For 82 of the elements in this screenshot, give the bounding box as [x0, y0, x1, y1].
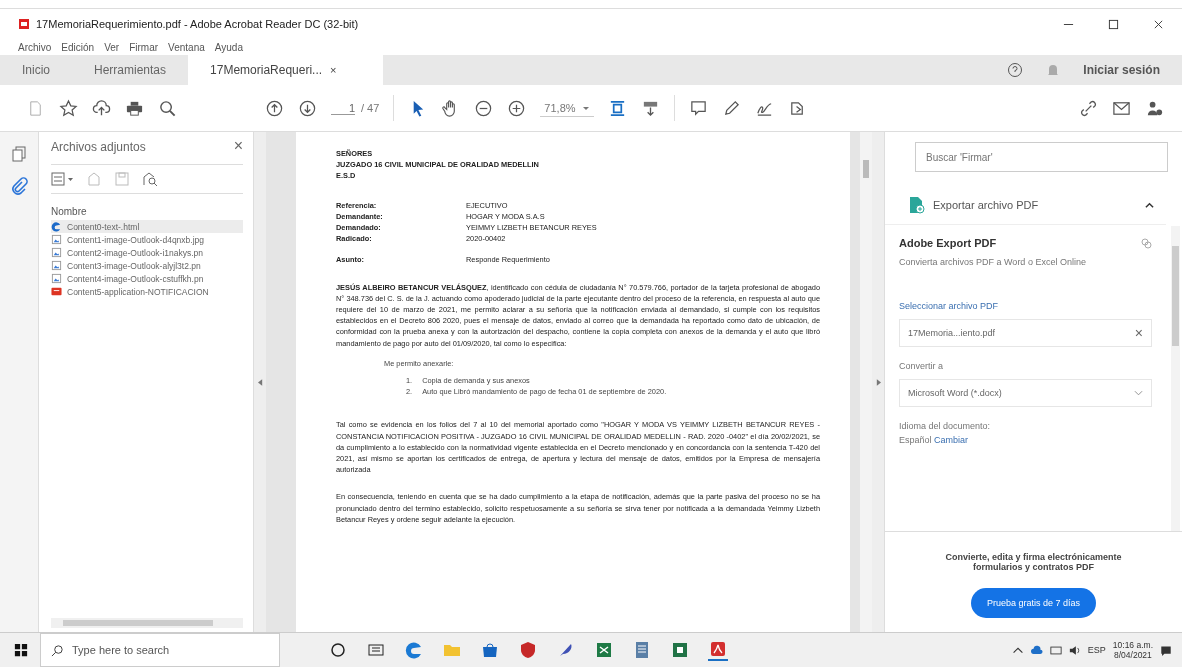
format-dropdown[interactable]: Microsoft Word (*.docx) — [899, 379, 1152, 407]
section-title[interactable]: Exportar archivo PDF — [933, 199, 1137, 211]
store-icon[interactable] — [480, 640, 500, 660]
caret-icon — [1134, 390, 1143, 396]
menu-item[interactable]: Edición — [61, 41, 95, 53]
search-field[interactable]: Buscar 'Firmar' — [915, 142, 1168, 172]
attachment-item[interactable]: Content5-application-NOTIFICACION — [51, 285, 243, 298]
tab[interactable]: Inicio — [0, 55, 72, 85]
clock-date[interactable]: 8/04/2021 — [1114, 650, 1152, 660]
tab[interactable]: Herramientas — [72, 55, 189, 85]
previous-page-icon[interactable] — [265, 98, 284, 118]
comment-icon[interactable] — [688, 98, 708, 118]
input-language[interactable]: ESP — [1087, 645, 1106, 655]
link-icon[interactable] — [1079, 98, 1098, 118]
menu-item[interactable]: Ayuda — [214, 41, 243, 53]
view-menu-icon[interactable] — [51, 171, 75, 187]
attachment-item[interactable]: Content4-image-Outlook-cstuffkh.pn — [51, 272, 243, 285]
volume-icon[interactable] — [1068, 644, 1081, 656]
zoom-search-icon[interactable] — [158, 98, 177, 118]
horizontal-scrollbar[interactable] — [51, 618, 243, 628]
search-attachment-icon[interactable] — [141, 171, 159, 187]
attachment-item[interactable]: Content1-image-Outlook-d4qnxb.jpg — [51, 233, 243, 246]
cloud-link-icon — [1140, 237, 1152, 249]
cloud-icon[interactable] — [1030, 644, 1043, 656]
page-count: / 47 — [361, 102, 380, 114]
menu-item[interactable]: Ver — [104, 41, 120, 53]
attachment-item[interactable]: Content3-image-Outlook-alyjl3t2.pn — [51, 259, 243, 272]
sign-in-button[interactable]: Iniciar sesión — [1083, 63, 1160, 77]
close-button[interactable]: × — [233, 140, 243, 154]
language-label: Idioma del documento: — [899, 421, 992, 431]
next-page-icon[interactable] — [298, 98, 317, 118]
page-number-field[interactable]: 1 — [331, 101, 355, 115]
notification-icon[interactable] — [1160, 644, 1172, 656]
window-title: 17MemoriaRequerimiento.pdf - Adobe Acrobat Reader DC (32-bit) — [36, 18, 359, 30]
maximize-icon[interactable] — [1108, 18, 1119, 30]
file-field[interactable]: 17Memoria...iento.pdf × — [899, 319, 1152, 347]
task-view-icon[interactable] — [328, 640, 348, 660]
close-icon[interactable] — [1153, 18, 1164, 30]
browser-icon — [51, 221, 62, 232]
zoom-in-icon[interactable] — [507, 98, 527, 118]
upload-cloud-icon[interactable] — [92, 98, 111, 118]
convert-label: Convertir a — [899, 361, 944, 371]
trial-button[interactable]: Prueba gratis de 7 días — [970, 588, 1097, 618]
select-file-label: Seleccionar archivo PDF — [899, 301, 1000, 311]
search-icon — [51, 643, 64, 657]
image-file-icon — [51, 247, 62, 258]
tab[interactable]: 17MemoriaRequeri... × — [188, 55, 384, 85]
collapse-arrow-icon[interactable] — [257, 378, 263, 386]
expand-arrow-icon[interactable] — [875, 378, 881, 386]
menu-item[interactable]: Firmar — [129, 41, 159, 53]
pdf-file-icon — [51, 286, 62, 297]
paperclip-icon[interactable] — [9, 176, 29, 196]
image-file-icon — [51, 273, 62, 284]
vertical-scrollbar[interactable] — [860, 132, 872, 632]
pages-icon[interactable] — [9, 144, 29, 164]
start-icon[interactable] — [14, 643, 28, 657]
zoom-out-icon[interactable] — [474, 98, 494, 118]
change-link[interactable]: Cambiar — [934, 435, 969, 445]
service-heading: Adobe Export PDF — [899, 237, 997, 249]
attachment-item[interactable]: Content0-text-.html — [51, 220, 243, 233]
menu-item[interactable]: Ventana — [168, 41, 205, 53]
menu-item[interactable]: Archivo — [18, 41, 52, 53]
image-file-icon — [51, 234, 62, 245]
panel-title: Archivos adjuntos — [51, 140, 146, 154]
promo-text: Convierte, edita y firma electrónicamente formularios y contratos PDF — [944, 552, 1123, 572]
browser-icon[interactable] — [404, 640, 424, 660]
column-header[interactable]: Nombre — [51, 194, 243, 220]
image-file-icon — [51, 260, 62, 271]
star-icon[interactable] — [59, 98, 78, 118]
shield-icon[interactable] — [518, 640, 538, 660]
clock-time[interactable]: 10:16 a.m. — [1112, 640, 1153, 650]
pdf-file-icon — [18, 18, 30, 30]
pdf-app-icon[interactable] — [708, 639, 728, 661]
attachment-item[interactable]: Content2-image-Outlook-i1nakys.pn — [51, 246, 243, 259]
help-icon[interactable] — [1007, 62, 1024, 78]
chevron-icon[interactable] — [1145, 200, 1154, 210]
zoom-dropdown[interactable]: 71,8% — [540, 99, 594, 117]
description: Convierta archivos PDF a Word o Excel Online — [899, 257, 1087, 267]
taskbar-search-field[interactable]: Type here to search — [40, 633, 280, 667]
language-value: Español — [899, 435, 932, 445]
vertical-scrollbar[interactable] — [1171, 226, 1180, 531]
export-pdf-icon — [907, 196, 925, 214]
